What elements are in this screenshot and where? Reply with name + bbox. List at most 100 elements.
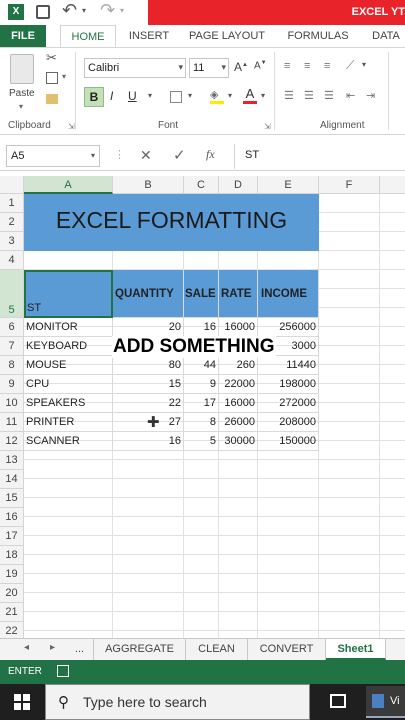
formula-input[interactable]: ST — [245, 149, 259, 161]
cell-sale[interactable]: 5 — [184, 432, 219, 451]
cell-name[interactable]: CPU — [24, 375, 113, 394]
scroll-left-icon[interactable]: ◂ — [24, 642, 29, 653]
row-header-22[interactable]: 22 — [0, 622, 24, 638]
macro-record-icon[interactable] — [57, 665, 69, 677]
increase-font-icon[interactable]: A▲ — [234, 60, 248, 74]
format-painter-icon[interactable] — [46, 94, 58, 104]
row-header-10[interactable]: 10 — [0, 394, 24, 413]
font-name-select[interactable]: Calibri ▾ — [84, 58, 186, 78]
row-header-3[interactable]: 3 — [0, 232, 24, 251]
sheet-tab-sheet1[interactable]: Sheet1 — [326, 639, 386, 660]
paste-button[interactable]: Paste — [9, 88, 35, 99]
save-icon[interactable] — [36, 5, 50, 19]
row-header-11[interactable]: 11 — [0, 413, 24, 432]
borders-icon[interactable] — [170, 91, 182, 103]
cell-income[interactable]: 256000 — [258, 318, 319, 337]
align-right-icon[interactable]: ☰ — [324, 89, 334, 102]
tab-formulas[interactable]: FORMULAS — [280, 25, 356, 47]
redo-icon[interactable]: ↷ — [100, 0, 115, 21]
cell-income[interactable]: 208000 — [258, 413, 319, 432]
row-header-19[interactable]: 19 — [0, 565, 24, 584]
font-color-icon[interactable]: A — [243, 86, 257, 104]
name-box[interactable]: A5 ▾ — [6, 145, 100, 167]
cell-income[interactable]: 272000 — [258, 394, 319, 413]
cell-rate[interactable]: 16000 — [219, 394, 258, 413]
cell-name[interactable]: SCANNER — [24, 432, 113, 451]
borders-dropdown-icon[interactable]: ▾ — [188, 91, 192, 100]
font-launcher-icon[interactable]: ⇲ — [264, 122, 271, 131]
cell-sale[interactable]: 8 — [184, 413, 219, 432]
cell-quantity[interactable]: 16 — [113, 432, 184, 451]
cell-name[interactable]: PRINTER — [24, 413, 113, 432]
decrease-indent-icon[interactable]: ⇤ — [346, 89, 355, 102]
cell-sale[interactable]: 16 — [184, 318, 219, 337]
fill-color-dropdown-icon[interactable]: ▾ — [228, 91, 232, 100]
column-header-f[interactable]: F — [319, 176, 380, 194]
row-header-8[interactable]: 8 — [0, 356, 24, 375]
row-header-20[interactable]: 20 — [0, 584, 24, 603]
cancel-entry-icon[interactable]: ✕ — [140, 147, 152, 164]
row-header-18[interactable]: 18 — [0, 546, 24, 565]
row-header-6[interactable]: 6 — [0, 318, 24, 337]
italic-button[interactable]: I — [110, 89, 113, 103]
cell-sale[interactable]: 17 — [184, 394, 219, 413]
sheet-tab-aggregate[interactable]: AGGREGATE — [94, 639, 186, 660]
bold-button[interactable]: B — [84, 87, 104, 107]
undo-dropdown-icon[interactable]: ▾ — [82, 6, 86, 15]
tab-insert[interactable]: INSERT — [122, 25, 176, 47]
cell-name[interactable]: KEYBOARD — [24, 337, 113, 356]
align-left-icon[interactable]: ☰ — [284, 89, 294, 102]
header-cell-quantity[interactable]: QUANTITY — [113, 270, 184, 318]
cell-name[interactable]: SPEAKERS — [24, 394, 113, 413]
row-header-14[interactable]: 14 — [0, 470, 24, 489]
select-all-corner[interactable] — [0, 176, 24, 194]
clipboard-launcher-icon[interactable]: ⇲ — [68, 122, 75, 131]
cell-rate[interactable]: 16000 — [219, 318, 258, 337]
row-header-7[interactable]: 7 — [0, 337, 24, 356]
cell-sale[interactable]: 44 — [184, 356, 219, 375]
fill-color-icon[interactable]: ◈ — [210, 88, 224, 104]
cell-quantity[interactable]: 80 — [113, 356, 184, 375]
cell-quantity[interactable]: 15 — [113, 375, 184, 394]
orientation-icon[interactable]: ⟋ — [346, 58, 354, 73]
decrease-font-icon[interactable]: A▼ — [254, 60, 267, 71]
orientation-dropdown-icon[interactable]: ▾ — [362, 60, 366, 69]
cell-rate[interactable]: 22000 — [219, 375, 258, 394]
windows-start-icon[interactable] — [14, 694, 30, 710]
cell-quantity[interactable]: 22 — [113, 394, 184, 413]
sheet-tab-clean[interactable]: CLEAN — [186, 639, 248, 660]
sheet-title-cell[interactable]: EXCEL FORMATTING — [24, 194, 319, 251]
underline-dropdown-icon[interactable]: ▾ — [148, 91, 152, 100]
row-header-13[interactable]: 13 — [0, 451, 24, 470]
undo-icon[interactable]: ↶ — [62, 0, 77, 21]
cell-rate[interactable]: 260 — [219, 356, 258, 375]
tab-page-layout[interactable]: PAGE LAYOUT — [184, 25, 270, 47]
row-header-12[interactable]: 12 — [0, 432, 24, 451]
cell-rate[interactable]: 30000 — [219, 432, 258, 451]
header-cell-income[interactable]: INCOME — [258, 270, 319, 318]
insert-function-icon[interactable]: fx — [206, 147, 215, 162]
font-color-dropdown-icon[interactable]: ▾ — [261, 91, 265, 100]
cell-income[interactable]: 11440 — [258, 356, 319, 375]
copy-icon[interactable] — [46, 72, 58, 84]
sheet-tab-more[interactable]: ... — [66, 639, 94, 660]
cell-name[interactable]: MONITOR — [24, 318, 113, 337]
scroll-right-icon[interactable]: ▸ — [50, 642, 55, 653]
cell-quantity[interactable]: 20 — [113, 318, 184, 337]
row-header-4[interactable]: 4 — [0, 251, 24, 270]
column-header-b[interactable]: B — [113, 176, 184, 194]
header-cell-a5[interactable]: ST — [24, 270, 113, 318]
row-header-9[interactable]: 9 — [0, 375, 24, 394]
align-top-icon[interactable]: ≡ — [284, 60, 290, 72]
row-header-1[interactable]: 1 — [0, 194, 24, 213]
increase-indent-icon[interactable]: ⇥ — [366, 89, 375, 102]
confirm-entry-icon[interactable]: ✓ — [173, 146, 186, 164]
align-middle-icon[interactable]: ≡ — [304, 60, 310, 72]
cell-income[interactable]: 150000 — [258, 432, 319, 451]
row-header-16[interactable]: 16 — [0, 508, 24, 527]
align-bottom-icon[interactable]: ≡ — [324, 60, 330, 72]
taskbar-search-box[interactable]: ⚲ Type here to search — [45, 684, 310, 720]
column-header-g[interactable] — [380, 176, 405, 194]
excel-icon[interactable]: X — [8, 4, 24, 20]
paste-icon[interactable] — [10, 54, 34, 84]
